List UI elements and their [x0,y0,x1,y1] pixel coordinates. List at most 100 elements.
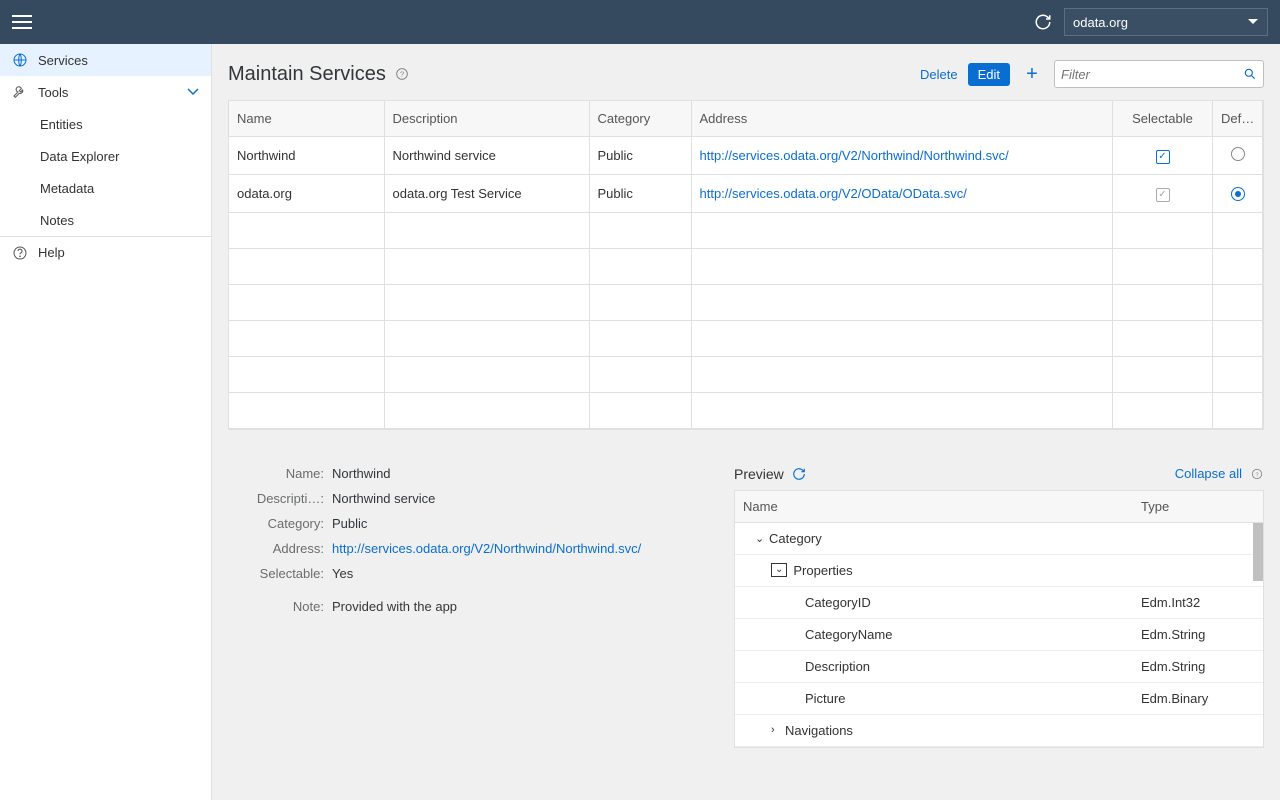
expand-icon: ⌄ [771,563,787,577]
cell-default[interactable] [1213,137,1263,175]
cell-address: http://services.odata.org/V2/OData/OData… [691,175,1113,213]
value-description: Northwind service [332,491,435,506]
services-table: Name Description Category Address Select… [228,100,1264,430]
tree-node-type [1133,715,1263,746]
address-link[interactable]: http://services.odata.org/V2/OData/OData… [700,186,967,201]
table-row [229,392,1263,428]
table-row[interactable]: odata.orgodata.org Test ServicePublichtt… [229,175,1263,213]
menu-icon[interactable] [12,12,32,32]
chevron-down-icon: ⌄ [755,532,763,545]
chevron-down-icon [1247,18,1259,26]
tree-node-type: Edm.Binary [1133,683,1263,714]
table-row[interactable]: NorthwindNorthwind servicePublichttp://s… [229,137,1263,175]
tree-node-type: Edm.String [1133,651,1263,682]
topbar: odata.org [0,0,1280,44]
label-note: Note: [228,599,332,614]
tree-node-name: Description [735,651,1133,682]
tree-node-name: ⌄Category [735,523,1133,554]
cell-name: Northwind [229,137,384,175]
sidebar-item-tools[interactable]: Tools [0,76,211,108]
refresh-icon[interactable] [1034,13,1052,31]
sidebar: Services Tools Entities Data Explorer Me… [0,44,212,800]
tree-node-name: ›Navigations [735,715,1133,746]
delete-button[interactable]: Delete [920,67,958,82]
tree-row[interactable]: CategoryNameEdm.String [735,619,1263,651]
col-selectable[interactable]: Selectable [1113,101,1213,137]
scrollbar[interactable] [1253,523,1263,581]
cell-selectable[interactable]: ✓ [1113,175,1213,213]
edit-button[interactable]: Edit [968,63,1010,86]
cell-description: odata.org Test Service [384,175,589,213]
label-name: Name: [228,466,332,481]
sidebar-item-entities[interactable]: Entities [0,108,211,140]
tree-col-type: Type [1133,491,1263,522]
label-description: Descripti…: [228,491,332,506]
sidebar-item-metadata[interactable]: Metadata [0,172,211,204]
tree-header: Name Type [735,491,1263,523]
cell-default[interactable] [1213,175,1263,213]
filter-input[interactable] [1061,67,1243,82]
cell-address: http://services.odata.org/V2/Northwind/N… [691,137,1113,175]
tree-col-name: Name [735,491,1133,522]
service-dropdown[interactable]: odata.org [1064,8,1268,36]
sidebar-item-label: Entities [40,117,83,132]
tree-row[interactable]: ⌄Properties [735,555,1263,587]
label-selectable: Selectable: [228,566,332,581]
sidebar-item-notes[interactable]: Notes [0,204,211,236]
search-icon[interactable] [1243,67,1257,81]
tree-node-type: Edm.Int32 [1133,587,1263,618]
col-name[interactable]: Name [229,101,384,137]
help-icon[interactable]: ? [394,66,410,82]
cell-description: Northwind service [384,137,589,175]
add-button[interactable]: + [1020,63,1044,86]
sidebar-item-services[interactable]: Services [0,44,211,76]
sidebar-item-label: Help [38,245,65,260]
collapse-all-button[interactable]: Collapse all [1175,466,1242,481]
chevron-down-icon [187,86,199,98]
table-row [229,284,1263,320]
col-description[interactable]: Description [384,101,589,137]
svg-text:?: ? [400,70,404,79]
preview-title: Preview [734,466,784,482]
tree-row[interactable]: DescriptionEdm.String [735,651,1263,683]
col-default[interactable]: Def… [1213,101,1263,137]
sidebar-item-label: Notes [40,213,74,228]
col-address[interactable]: Address [691,101,1113,137]
col-category[interactable]: Category [589,101,691,137]
address-link[interactable]: http://services.odata.org/V2/Northwind/N… [332,541,641,556]
tree-row[interactable]: PictureEdm.Binary [735,683,1263,715]
value-name: Northwind [332,466,391,481]
filter-input-wrap [1054,60,1264,88]
sidebar-item-help[interactable]: Help [0,236,211,268]
tree-node-name: CategoryName [735,619,1133,650]
page-title: Maintain Services [228,63,386,86]
wrench-icon [12,84,28,100]
tree-row[interactable]: ⌄Category [735,523,1263,555]
sidebar-item-label: Tools [38,85,68,100]
table-header-row: Name Description Category Address Select… [229,101,1263,137]
address-link[interactable]: http://services.odata.org/V2/Northwind/N… [700,148,1009,163]
table-row [229,248,1263,284]
value-selectable: Yes [332,566,353,581]
globe-icon [12,52,28,68]
help-icon [12,245,28,261]
table-row [229,320,1263,356]
svg-text:?: ? [1255,472,1259,478]
cell-name: odata.org [229,175,384,213]
tree-row[interactable]: CategoryIDEdm.Int32 [735,587,1263,619]
sidebar-item-data-explorer[interactable]: Data Explorer [0,140,211,172]
label-address: Address: [228,541,332,556]
table-row [229,212,1263,248]
help-icon[interactable]: ? [1250,467,1264,481]
preview-panel: Preview Collapse all ? Name [734,466,1264,748]
cell-selectable[interactable]: ✓ [1113,137,1213,175]
tree-node-name: CategoryID [735,587,1133,618]
tree-node-type [1133,555,1263,586]
refresh-icon[interactable] [792,467,806,481]
value-category: Public [332,516,367,531]
tree-row[interactable]: ›Navigations [735,715,1263,747]
table-row [229,356,1263,392]
value-address: http://services.odata.org/V2/Northwind/N… [332,541,641,556]
sidebar-item-label: Data Explorer [40,149,119,164]
label-category: Category: [228,516,332,531]
